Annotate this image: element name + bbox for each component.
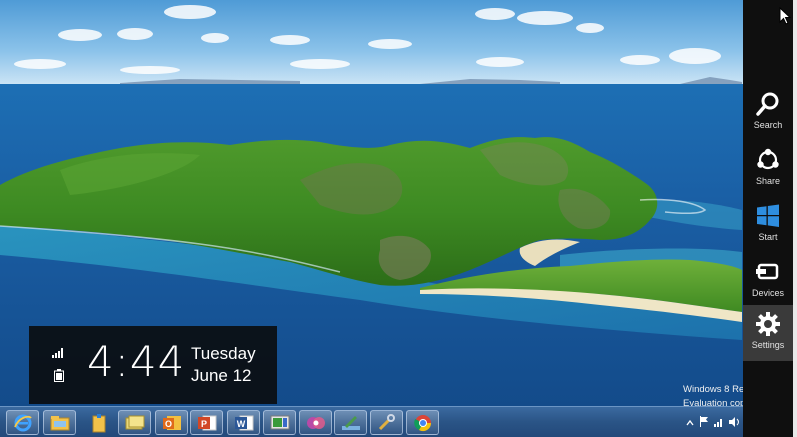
paint-icon (341, 415, 360, 430)
share-icon (757, 148, 779, 170)
clock-time: 4:44 (87, 337, 186, 386)
clock-date: June 12 (191, 366, 252, 385)
svg-text:P: P (200, 419, 206, 429)
taskbar-word[interactable]: W (227, 410, 260, 435)
charm-search-label: Search (753, 120, 783, 130)
remote-desktop-icon (270, 415, 289, 429)
screen-edge (793, 0, 797, 437)
charm-start-label: Start (758, 232, 778, 242)
network-icon[interactable] (714, 414, 724, 432)
flag-icon[interactable] (699, 414, 709, 432)
battery-icon (54, 369, 64, 382)
signal-strength-icon (52, 348, 63, 358)
user-folder-icon (92, 413, 105, 432)
charms-bar: Search Share Start Devices Settings (743, 0, 793, 437)
taskbar-powerpoint[interactable]: P (190, 410, 223, 435)
taskbar-outlook[interactable]: O (155, 410, 188, 435)
taskbar-tool[interactable] (370, 410, 403, 435)
svg-text:O: O (164, 419, 171, 429)
charm-share[interactable]: Share (743, 141, 793, 197)
file-explorer-icon (50, 415, 69, 430)
word-icon: W (234, 415, 253, 430)
media-icon (306, 416, 325, 429)
internet-explorer-icon (13, 414, 32, 431)
volume-icon[interactable] (729, 414, 740, 432)
taskbar-libraries[interactable] (118, 410, 151, 435)
chrome-icon (413, 414, 431, 431)
chevron-up-icon[interactable] (686, 414, 694, 432)
watermark-line-1: Windows 8 Rele (683, 384, 743, 395)
charm-start[interactable]: Start (743, 197, 793, 253)
search-icon (756, 92, 779, 116)
charm-settings-label: Settings (751, 340, 785, 350)
charm-share-label: Share (755, 176, 781, 186)
system-tray (686, 416, 740, 430)
outlook-icon: O (162, 415, 181, 430)
lock-clock-panel: 4:44 Tuesday June 12 (29, 326, 277, 404)
taskbar-file-explorer[interactable] (43, 410, 76, 435)
taskbar-remote-desktop[interactable] (263, 410, 296, 435)
taskbar-paint[interactable] (334, 410, 367, 435)
taskbar-user-folder[interactable] (82, 410, 115, 435)
charm-devices[interactable]: Devices (743, 253, 793, 309)
svg-text:W: W (236, 419, 245, 429)
clock-day: Tuesday (191, 344, 256, 363)
taskbar-media[interactable] (299, 410, 332, 435)
desktop: 4:44 Tuesday June 12 Windows 8 Rele Eval… (0, 0, 797, 437)
mouse-cursor-icon (779, 7, 791, 25)
devices-icon (756, 263, 779, 280)
taskbar-internet-explorer[interactable] (6, 410, 39, 435)
tool-icon (378, 413, 395, 430)
libraries-icon (125, 415, 144, 429)
charm-devices-label: Devices (751, 288, 784, 298)
charm-settings[interactable]: Settings (743, 305, 793, 361)
powerpoint-icon: P (197, 415, 216, 430)
charm-search[interactable]: Search (743, 85, 793, 141)
taskbar: O P W (0, 406, 745, 437)
gear-icon (756, 312, 780, 336)
windows-logo-icon (757, 204, 779, 227)
taskbar-chrome[interactable] (406, 410, 439, 435)
